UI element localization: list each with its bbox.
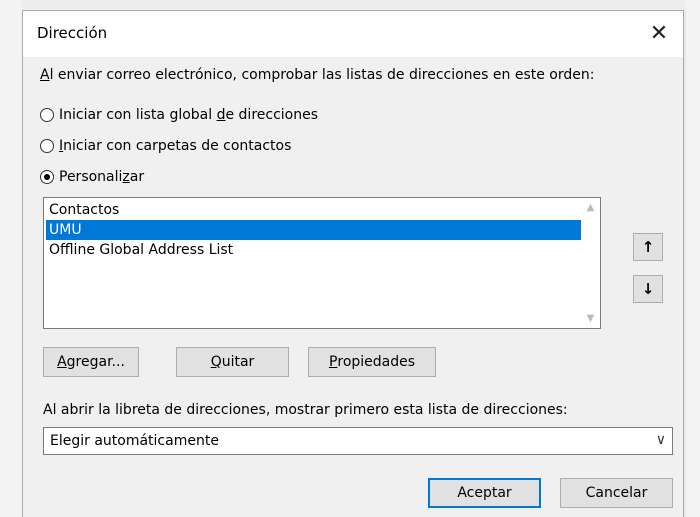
search-order-label: Al enviar correo electrónico, comprobar …: [40, 67, 594, 83]
dialog-content: Al enviar correo electrónico, comprobar …: [23, 57, 683, 517]
arrow-down-icon: ↓: [641, 280, 655, 298]
properties-button[interactable]: Propiedades: [308, 347, 436, 377]
radio-dot: [44, 174, 50, 180]
radio-label: Personalizar: [59, 169, 145, 185]
heading-text-post: l enviar correo electrónico, comprobar l…: [49, 67, 595, 83]
scroll-up-icon[interactable]: ▲: [582, 199, 599, 216]
radio-label: Iniciar con lista global de direcciones: [59, 107, 319, 123]
radio-contact-folders[interactable]: Iniciar con carpetas de contactos: [40, 138, 291, 154]
open-first-label: Al abrir la libreta de direcciones, most…: [43, 402, 568, 418]
vertical-scrollbar[interactable]: ▲ ▼: [582, 199, 599, 327]
combobox-value: Elegir automáticamente: [50, 433, 219, 449]
title-bar: Dirección ✕: [23, 11, 683, 57]
list-item-selected[interactable]: UMU: [46, 220, 581, 240]
move-down-button[interactable]: ↓: [633, 275, 663, 303]
arrow-up-icon: ↑: [641, 238, 655, 256]
radio-label: Iniciar con carpetas de contactos: [59, 138, 292, 154]
address-dialog: Dirección ✕ Al enviar correo electrónico…: [22, 10, 684, 517]
radio-global-list[interactable]: Iniciar con lista global de direcciones: [40, 107, 318, 123]
radio-button[interactable]: [40, 108, 54, 122]
close-icon: ✕: [649, 20, 669, 46]
background-left: [0, 0, 22, 517]
list-item[interactable]: Offline Global Address List: [46, 240, 581, 260]
dialog-title: Dirección: [37, 24, 108, 42]
list-item[interactable]: Contactos: [46, 200, 581, 220]
chevron-down-icon[interactable]: ∨: [656, 432, 666, 448]
radio-button[interactable]: [40, 139, 54, 153]
radio-button-selected[interactable]: [40, 170, 54, 184]
move-up-button[interactable]: ↑: [633, 233, 663, 261]
default-list-combobox[interactable]: Elegir automáticamente ∨: [43, 427, 673, 455]
scroll-down-icon[interactable]: ▼: [582, 310, 599, 327]
add-button[interactable]: Agregar...: [43, 347, 139, 377]
close-button[interactable]: ✕: [643, 17, 675, 49]
ok-button[interactable]: Aceptar: [428, 478, 541, 508]
address-list-box[interactable]: Contactos UMU Offline Global Address Lis…: [43, 197, 601, 329]
remove-button[interactable]: Quitar: [176, 347, 289, 377]
heading-accesskey: A: [40, 67, 50, 83]
cancel-button[interactable]: Cancelar: [560, 478, 673, 508]
background-right: [686, 0, 700, 517]
radio-custom[interactable]: Personalizar: [40, 169, 144, 185]
